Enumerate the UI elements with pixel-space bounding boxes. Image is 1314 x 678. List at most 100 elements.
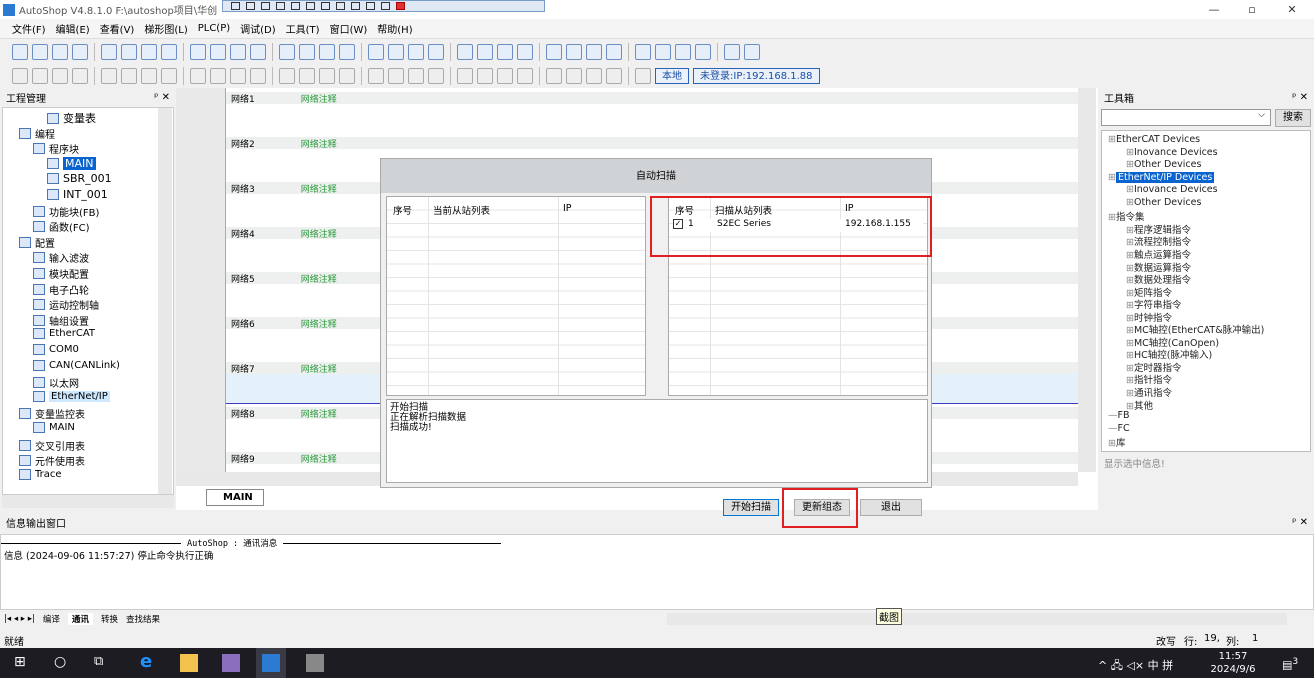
toolbar-button-icon[interactable] [635,43,651,60]
network-row[interactable]: 网络1 网络注释 [226,92,1078,105]
toolbar-button-icon[interactable] [250,43,266,60]
toolbar-button-icon[interactable] [497,43,513,60]
current-slave-table[interactable]: 序号 当前从站列表 IP [386,196,646,396]
expand-icon[interactable]: — [1108,423,1118,434]
toolbar-button-icon[interactable] [546,43,562,60]
edge-icon[interactable]: e [140,651,158,672]
tree-item[interactable]: COM0 [33,344,79,355]
toolbar-button-icon[interactable] [190,67,206,84]
expand-icon[interactable]: — [1108,410,1118,421]
network-comment[interactable]: 网络注释 [301,407,337,420]
tree-item[interactable]: 变量表 [47,110,96,126]
output-content[interactable]: AutoShop : 通讯消息 信息 (2024-09-06 11:57:27)… [0,534,1314,610]
toolbar-button-icon[interactable] [408,67,424,84]
toolbar-button-icon[interactable] [32,67,48,84]
toolbar-button-icon[interactable] [230,43,246,60]
network-comment[interactable]: 网络注释 [301,452,337,465]
toolbox-item[interactable]: —FB [1108,410,1129,421]
toolbar-button-icon[interactable] [299,43,315,60]
vertical-scrollbar[interactable] [158,108,172,494]
search-icon[interactable]: ○ [54,654,72,672]
system-tray[interactable]: ^ 🖧 ◁× 中 拼 [1098,657,1173,676]
clock[interactable]: 11:57 2024/9/6 [1208,650,1258,676]
toolbar-button-icon[interactable] [161,43,177,60]
toolbar-button-icon[interactable] [388,67,404,84]
tree-item[interactable]: MAIN [47,156,96,170]
menu-tools[interactable]: 工具(T) [286,21,320,36]
menu-ladder[interactable]: 梯形图(L) [144,21,187,36]
floating-toolbar[interactable] [222,0,545,12]
menu-edit[interactable]: 编辑(E) [56,21,90,36]
toolbar-button-icon[interactable] [606,43,622,60]
toolbar-button-icon[interactable] [428,67,444,84]
toolbar-button-icon[interactable] [339,67,355,84]
toolbar-button-icon[interactable] [517,43,533,60]
network-comment[interactable]: 网络注释 [301,317,337,330]
toolbar-button-icon[interactable] [279,43,295,60]
network-comment[interactable]: 网络注释 [301,362,337,375]
tree-item[interactable]: 程序块 [33,141,79,156]
app-icon[interactable] [222,654,240,672]
pin-close-icons[interactable]: ᵖ ✕ [154,92,170,103]
tab-find-results[interactable]: 查找结果 [126,613,160,625]
toolbox-item[interactable]: ⊞EtherCAT Devices [1108,134,1200,145]
toolbar-button-icon[interactable] [368,67,384,84]
toolbar-button-icon[interactable] [744,43,760,60]
toolbar-button-icon[interactable] [319,67,335,84]
toolbar-button-icon[interactable] [52,43,68,60]
expand-icon[interactable]: ⊞ [1108,212,1116,223]
minimize-button[interactable]: — [1194,0,1234,19]
network-comment[interactable]: 网络注释 [301,227,337,240]
toolbar-button-icon[interactable] [428,43,444,60]
windows-start-icon[interactable]: ⊞ [14,654,32,672]
local-button[interactable]: 本地 [655,67,689,84]
tree-item[interactable]: SBR_001 [47,172,112,185]
toolbar-button-icon[interactable] [457,67,473,84]
toolbar-button-icon[interactable] [319,43,335,60]
toolbar-button-icon[interactable] [32,43,48,60]
toolbar-button-icon[interactable] [566,43,582,60]
network-comment[interactable]: 网络注释 [301,272,337,285]
tree-item[interactable]: 变量监控表 [19,406,85,421]
toolbar-button-icon[interactable] [339,43,355,60]
tree-item[interactable]: 运动控制轴 [33,297,99,312]
expand-icon[interactable]: ⊞ [1108,172,1116,183]
toolbar-button-icon[interactable] [457,43,473,60]
expand-icon[interactable]: ⊞ [1108,134,1116,145]
tree-item[interactable]: 元件使用表 [19,453,85,468]
tree-item[interactable]: 模块配置 [33,266,89,281]
toolbar-button-icon[interactable] [141,43,157,60]
tree-item[interactable]: EtherNet/IP [33,390,110,402]
maximize-button[interactable]: ▫ [1232,0,1272,19]
tab-convert[interactable]: 转换 [101,613,118,625]
toolbar-button-icon[interactable] [566,67,582,84]
toolbar-button-icon[interactable] [141,67,157,84]
tree-item[interactable]: 输入滤波 [33,250,89,265]
toolbox-item[interactable]: ⊞Inovance Devices [1126,184,1218,195]
horizontal-scrollbar[interactable] [2,495,174,508]
toolbar-button-icon[interactable] [121,67,137,84]
tree-item[interactable]: Trace [19,468,62,480]
toolbar-button-icon[interactable] [724,43,740,60]
toolbar-button-icon[interactable] [230,67,246,84]
expand-icon[interactable]: ⊞ [1126,184,1134,195]
expand-icon[interactable]: ⊞ [1126,197,1134,208]
file-explorer-icon[interactable] [180,654,198,672]
toolbar-button-icon[interactable] [72,43,88,60]
expand-icon[interactable]: ⊞ [1126,147,1134,158]
toolbox-item[interactable]: —FC [1108,423,1130,434]
toolbar-button-icon[interactable] [497,67,513,84]
toolbar-button-icon[interactable] [586,67,602,84]
toolbar-button-icon[interactable] [635,67,651,84]
tree-item[interactable]: EtherCAT [33,328,95,340]
tree-item[interactable]: 轴组设置 [33,313,89,328]
scan-log[interactable]: 开始扫描 正在解析扫描数据 扫描成功! [386,399,928,483]
toolbar-button-icon[interactable] [279,67,295,84]
toolbar-button-icon[interactable] [299,67,315,84]
search-input[interactable]: ⌵ [1101,109,1271,126]
toolbar-button-icon[interactable] [586,43,602,60]
toolbar-button-icon[interactable] [477,67,493,84]
toolbar-button-icon[interactable] [12,43,28,60]
toolbar-button-icon[interactable] [190,43,206,60]
expand-icon[interactable]: ⊞ [1108,438,1116,449]
